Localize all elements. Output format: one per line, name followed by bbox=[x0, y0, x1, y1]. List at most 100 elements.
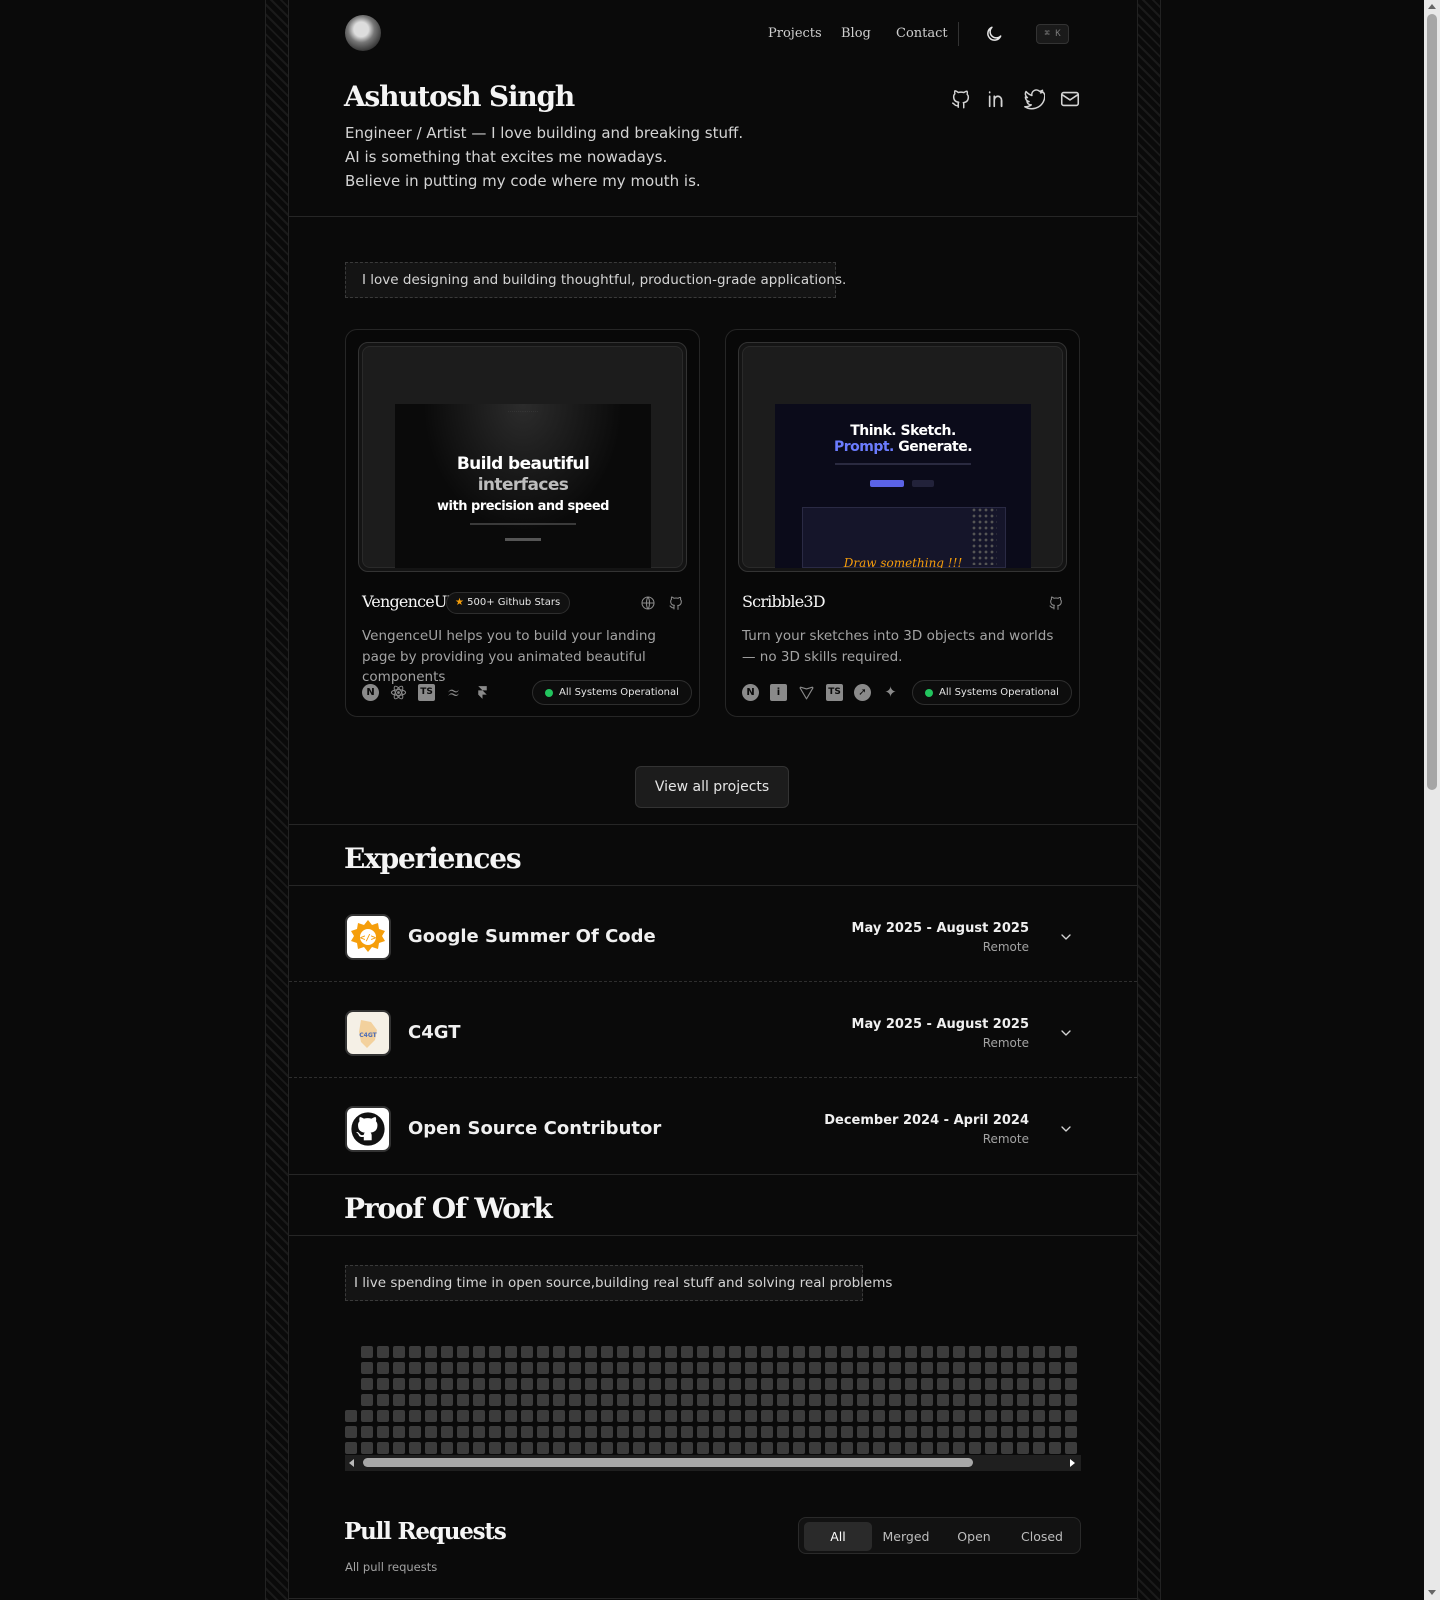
contribution-cell[interactable] bbox=[553, 1426, 565, 1438]
contribution-cell[interactable] bbox=[617, 1426, 629, 1438]
contribution-cell[interactable] bbox=[729, 1394, 741, 1406]
contribution-cell[interactable] bbox=[393, 1346, 405, 1358]
contribution-cell[interactable] bbox=[697, 1394, 709, 1406]
contribution-cell[interactable] bbox=[777, 1362, 789, 1374]
contribution-cell[interactable] bbox=[409, 1410, 421, 1422]
contribution-cell[interactable] bbox=[889, 1394, 901, 1406]
contribution-cell[interactable] bbox=[489, 1442, 501, 1454]
contribution-cell[interactable] bbox=[489, 1410, 501, 1422]
contribution-cell[interactable] bbox=[841, 1426, 853, 1438]
contribution-cell[interactable] bbox=[905, 1442, 917, 1454]
contribution-cell[interactable] bbox=[873, 1442, 885, 1454]
contribution-cell[interactable] bbox=[1001, 1410, 1013, 1422]
contribution-cell[interactable] bbox=[569, 1378, 581, 1390]
contribution-cell[interactable] bbox=[761, 1362, 773, 1374]
contribution-cell[interactable] bbox=[457, 1442, 469, 1454]
contribution-cell[interactable] bbox=[361, 1410, 373, 1422]
tab-open[interactable]: Open bbox=[940, 1522, 1008, 1551]
contribution-cell[interactable] bbox=[489, 1394, 501, 1406]
contribution-cell[interactable] bbox=[841, 1410, 853, 1422]
contribution-cell[interactable] bbox=[649, 1426, 661, 1438]
contribution-cell[interactable] bbox=[841, 1346, 853, 1358]
contribution-cell[interactable] bbox=[825, 1442, 837, 1454]
contribution-cell[interactable] bbox=[441, 1426, 453, 1438]
contribution-cell[interactable] bbox=[569, 1410, 581, 1422]
contribution-cell[interactable] bbox=[1001, 1346, 1013, 1358]
contribution-cell[interactable] bbox=[777, 1410, 789, 1422]
contribution-cell[interactable] bbox=[361, 1442, 373, 1454]
contribution-cell[interactable] bbox=[489, 1346, 501, 1358]
contribution-cell[interactable] bbox=[1017, 1378, 1029, 1390]
contribution-cell[interactable] bbox=[441, 1378, 453, 1390]
contribution-cell[interactable] bbox=[921, 1410, 933, 1422]
contribution-cell[interactable] bbox=[1017, 1442, 1029, 1454]
contribution-cell[interactable] bbox=[377, 1346, 389, 1358]
contribution-cell[interactable] bbox=[617, 1394, 629, 1406]
contribution-cell[interactable] bbox=[905, 1362, 917, 1374]
contribution-cell[interactable] bbox=[409, 1346, 421, 1358]
contribution-cell[interactable] bbox=[473, 1394, 485, 1406]
contribution-cell[interactable] bbox=[489, 1426, 501, 1438]
contribution-cell[interactable] bbox=[585, 1410, 597, 1422]
contribution-cell[interactable] bbox=[489, 1362, 501, 1374]
contribution-cell[interactable] bbox=[793, 1378, 805, 1390]
contribution-cell[interactable] bbox=[857, 1378, 869, 1390]
contribution-cell[interactable] bbox=[1017, 1394, 1029, 1406]
contribution-cell[interactable] bbox=[905, 1410, 917, 1422]
nav-link-contact[interactable]: Contact bbox=[896, 26, 948, 41]
contribution-cell[interactable] bbox=[585, 1362, 597, 1374]
contribution-cell[interactable] bbox=[873, 1426, 885, 1438]
moon-icon[interactable] bbox=[984, 24, 1004, 44]
contribution-cell[interactable] bbox=[825, 1346, 837, 1358]
project-card-scribble3d[interactable]: Think. Sketch. Prompt. Generate. Draw so… bbox=[725, 329, 1080, 717]
contribution-cell[interactable] bbox=[361, 1394, 373, 1406]
contribution-cell[interactable] bbox=[905, 1346, 917, 1358]
contribution-cell[interactable] bbox=[377, 1410, 389, 1422]
contribution-cell[interactable] bbox=[457, 1378, 469, 1390]
contribution-cell[interactable] bbox=[729, 1346, 741, 1358]
contribution-cell[interactable] bbox=[921, 1346, 933, 1358]
contribution-cell[interactable] bbox=[665, 1378, 677, 1390]
contribution-scrollbar[interactable] bbox=[345, 1455, 1081, 1471]
contribution-cell[interactable] bbox=[505, 1362, 517, 1374]
contribution-cell[interactable] bbox=[633, 1426, 645, 1438]
contribution-cell[interactable] bbox=[1033, 1346, 1045, 1358]
contribution-cell[interactable] bbox=[777, 1442, 789, 1454]
contribution-cell[interactable] bbox=[745, 1378, 757, 1390]
contribution-cell[interactable] bbox=[681, 1394, 693, 1406]
contribution-cell[interactable] bbox=[569, 1362, 581, 1374]
contribution-cell[interactable] bbox=[745, 1362, 757, 1374]
contribution-cell[interactable] bbox=[681, 1362, 693, 1374]
contribution-cell[interactable] bbox=[937, 1378, 949, 1390]
contribution-cell[interactable] bbox=[745, 1442, 757, 1454]
contribution-cell[interactable] bbox=[713, 1346, 725, 1358]
contribution-cell[interactable] bbox=[937, 1442, 949, 1454]
contribution-cell[interactable] bbox=[1017, 1410, 1029, 1422]
contribution-cell[interactable] bbox=[1049, 1378, 1061, 1390]
contribution-cell[interactable] bbox=[617, 1442, 629, 1454]
contribution-cell[interactable] bbox=[649, 1442, 661, 1454]
contribution-cell[interactable] bbox=[681, 1426, 693, 1438]
contribution-cell[interactable] bbox=[633, 1394, 645, 1406]
contribution-cell[interactable] bbox=[841, 1362, 853, 1374]
contribution-cell[interactable] bbox=[425, 1394, 437, 1406]
contribution-cell[interactable] bbox=[713, 1410, 725, 1422]
contribution-cell[interactable] bbox=[345, 1410, 357, 1422]
contribution-cell[interactable] bbox=[809, 1394, 821, 1406]
contribution-cell[interactable] bbox=[585, 1426, 597, 1438]
contribution-cell[interactable] bbox=[697, 1426, 709, 1438]
project-title[interactable]: VengenceUI bbox=[362, 592, 453, 611]
contribution-cell[interactable] bbox=[921, 1442, 933, 1454]
contribution-cell[interactable] bbox=[793, 1426, 805, 1438]
contribution-cell[interactable] bbox=[713, 1426, 725, 1438]
contribution-cell[interactable] bbox=[345, 1426, 357, 1438]
contribution-cell[interactable] bbox=[425, 1426, 437, 1438]
contribution-cell[interactable] bbox=[937, 1362, 949, 1374]
contribution-cell[interactable] bbox=[681, 1410, 693, 1422]
contribution-cell[interactable] bbox=[1033, 1410, 1045, 1422]
contribution-cell[interactable] bbox=[713, 1394, 725, 1406]
page-scrollbar[interactable] bbox=[1424, 0, 1440, 1600]
contribution-cell[interactable] bbox=[745, 1426, 757, 1438]
contribution-cell[interactable] bbox=[457, 1362, 469, 1374]
contribution-cell[interactable] bbox=[585, 1378, 597, 1390]
